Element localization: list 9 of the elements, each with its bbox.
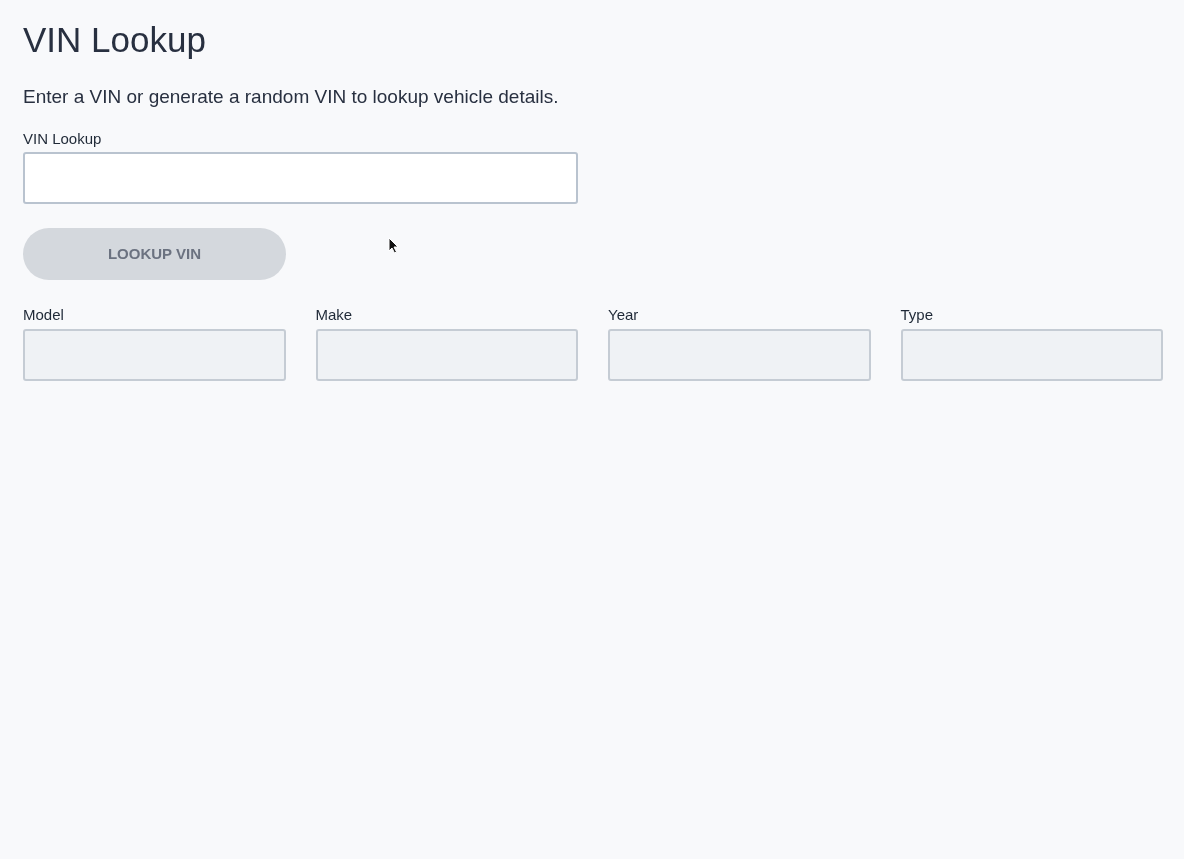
- mouse-cursor-icon: [388, 237, 399, 254]
- page-description: Enter a VIN or generate a random VIN to lookup vehicle details.: [23, 85, 559, 109]
- field-label: Year: [608, 306, 639, 324]
- field-label: Make: [315, 306, 353, 324]
- vin-label: VIN Lookup: [23, 130, 102, 148]
- page-title: VIN Lookup: [23, 19, 206, 61]
- vin-input-field[interactable]: [23, 152, 578, 204]
- field-label: Type: [900, 306, 934, 324]
- field-label: Model: [23, 306, 64, 324]
